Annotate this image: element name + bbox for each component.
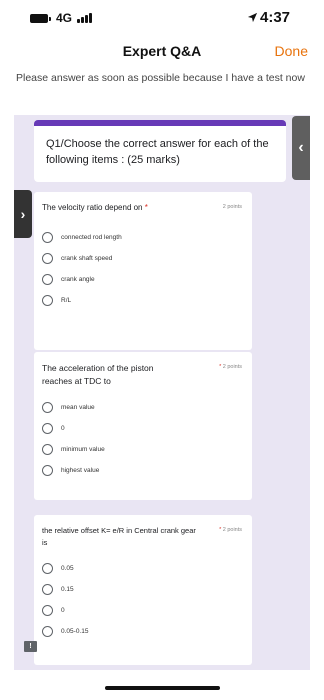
battery-icon bbox=[30, 14, 51, 23]
radio-button[interactable] bbox=[42, 605, 53, 616]
option[interactable]: mean value bbox=[42, 402, 244, 413]
option-label: 0.05-0.15 bbox=[61, 628, 89, 635]
required-mark: * bbox=[219, 364, 222, 370]
question-card-3: the relative offset K= e/R in Central cr… bbox=[34, 515, 252, 665]
chevron-left-icon[interactable]: ‹ bbox=[292, 116, 310, 180]
chevron-right-icon[interactable]: › bbox=[14, 190, 32, 238]
form-header-title: Q1/Choose the correct answer for each of… bbox=[46, 138, 269, 166]
radio-button[interactable] bbox=[42, 274, 53, 285]
option[interactable]: 0 bbox=[42, 605, 244, 616]
status-bar: 4G 4:37 bbox=[0, 0, 324, 36]
required-mark: * bbox=[144, 203, 148, 212]
option[interactable]: minimum value bbox=[42, 444, 244, 455]
question-card-2: The acceleration of the piston reaches a… bbox=[34, 352, 252, 500]
points-label: 2 points bbox=[222, 204, 242, 210]
points-label: 2 points bbox=[222, 364, 242, 370]
option[interactable]: 0.15 bbox=[42, 584, 244, 595]
option-label: connected rod length bbox=[61, 234, 122, 241]
radio-button[interactable] bbox=[42, 232, 53, 243]
radio-button[interactable] bbox=[42, 444, 53, 455]
option-label: crank angle bbox=[61, 276, 95, 283]
question-title: The acceleration of the piston reaches a… bbox=[42, 363, 154, 386]
option[interactable]: connected rod length bbox=[42, 232, 244, 243]
radio-button[interactable] bbox=[42, 402, 53, 413]
radio-button[interactable] bbox=[42, 626, 53, 637]
question-title: The velocity ratio depend on bbox=[42, 203, 143, 212]
points-label: 2 points bbox=[222, 527, 242, 533]
option-label: 0 bbox=[61, 607, 65, 614]
required-mark: * bbox=[219, 527, 222, 533]
option-label: crank shaft speed bbox=[61, 255, 113, 262]
home-indicator bbox=[105, 686, 220, 690]
question-card-1: The velocity ratio depend on * 2 points … bbox=[34, 192, 252, 350]
option-label: 0 bbox=[61, 425, 65, 432]
option-label: minimum value bbox=[61, 446, 105, 453]
option[interactable]: crank angle bbox=[42, 274, 244, 285]
option-label: mean value bbox=[61, 404, 95, 411]
option-label: R/L bbox=[61, 297, 72, 304]
radio-button[interactable] bbox=[42, 563, 53, 574]
option[interactable]: highest value bbox=[42, 465, 244, 476]
question-title: the relative offset K= e/R in Central cr… bbox=[42, 526, 196, 547]
signal-icon bbox=[77, 11, 92, 23]
option[interactable]: 0.05 bbox=[42, 563, 244, 574]
option[interactable]: 0 bbox=[42, 423, 244, 434]
option[interactable]: R/L bbox=[42, 295, 244, 306]
radio-button[interactable] bbox=[42, 253, 53, 264]
option-label: highest value bbox=[61, 467, 100, 474]
feedback-icon[interactable]: ! bbox=[24, 641, 37, 652]
option[interactable]: 0.05-0.15 bbox=[42, 626, 244, 637]
done-button[interactable]: Done bbox=[275, 43, 308, 59]
option-label: 0.15 bbox=[61, 586, 74, 593]
option-label: 0.05 bbox=[61, 565, 74, 572]
radio-button[interactable] bbox=[42, 295, 53, 306]
question-text: Please answer as soon as possible becaus… bbox=[16, 72, 305, 84]
option[interactable]: crank shaft speed bbox=[42, 253, 244, 264]
radio-button[interactable] bbox=[42, 423, 53, 434]
location-arrow-icon bbox=[247, 12, 258, 23]
radio-button[interactable] bbox=[42, 465, 53, 476]
clock-time: 4:37 bbox=[260, 9, 291, 26]
network-type: 4G bbox=[56, 11, 73, 25]
form-header-card: Q1/Choose the correct answer for each of… bbox=[34, 120, 286, 182]
radio-button[interactable] bbox=[42, 584, 53, 595]
